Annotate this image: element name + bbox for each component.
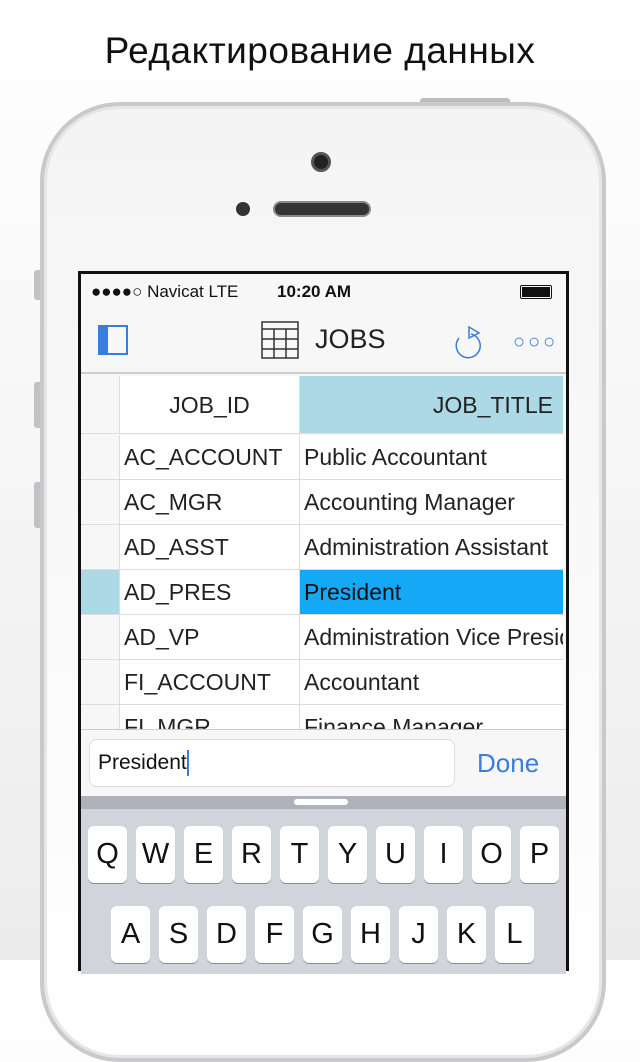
row-number-header: [81, 376, 119, 433]
more-icon[interactable]: ○○○: [513, 331, 558, 354]
key-p[interactable]: P: [520, 826, 559, 883]
key-j[interactable]: J: [399, 906, 438, 963]
cell-job-title[interactable]: Public Accountant: [299, 435, 563, 479]
headline: Редактирование данных: [104, 30, 536, 71]
row-number[interactable]: [81, 660, 119, 704]
cell-job-title[interactable]: Administration Assistant: [299, 525, 563, 569]
table-row[interactable]: AC_MGR Accounting Manager: [81, 480, 563, 525]
key-y[interactable]: Y: [328, 826, 367, 883]
done-button[interactable]: Done: [477, 748, 539, 779]
status-bar: ●●●●○ Navicat LTE 10:20 AM: [91, 282, 556, 302]
page-title: JOBS: [315, 324, 386, 354]
key-e[interactable]: E: [184, 826, 223, 883]
cell-job-id[interactable]: AD_PRES: [119, 570, 299, 614]
cell-job-title[interactable]: Accounting Manager: [299, 480, 563, 524]
key-h[interactable]: H: [351, 906, 390, 963]
key-d[interactable]: D: [207, 906, 246, 963]
sensor: [236, 202, 250, 216]
cell-job-id[interactable]: FI_ACCOUNT: [119, 660, 299, 704]
front-camera: [311, 152, 331, 172]
earpiece-speaker: [273, 201, 371, 217]
cell-edit-input[interactable]: President: [89, 739, 455, 787]
key-t[interactable]: T: [280, 826, 319, 883]
table-row[interactable]: AD_PRES President: [81, 570, 563, 615]
sidebar-toggle-icon[interactable]: [98, 325, 128, 355]
row-number[interactable]: [81, 480, 119, 524]
key-u[interactable]: U: [376, 826, 415, 883]
cell-job-title[interactable]: Accountant: [299, 660, 563, 704]
key-k[interactable]: K: [447, 906, 486, 963]
table-icon: [261, 321, 299, 359]
key-w[interactable]: W: [136, 826, 175, 883]
key-o[interactable]: O: [472, 826, 511, 883]
cell-job-id[interactable]: AD_ASST: [119, 525, 299, 569]
keyboard: QWERTYUIOP ASDFGHJKL: [81, 796, 566, 974]
cell-job-title[interactable]: President: [299, 570, 563, 614]
column-header-job-title[interactable]: JOB_TITLE: [299, 376, 563, 433]
keyboard-handle[interactable]: [294, 799, 348, 805]
key-i[interactable]: I: [424, 826, 463, 883]
header-row: JOB_ID JOB_TITLE: [81, 376, 563, 434]
carrier: ●●●●○ Navicat LTE: [91, 282, 239, 301]
row-number[interactable]: [81, 525, 119, 569]
row-number[interactable]: [81, 570, 119, 614]
key-a[interactable]: A: [111, 906, 150, 963]
row-number[interactable]: [81, 435, 119, 479]
battery-icon: [520, 285, 552, 299]
screen: ●●●●○ Navicat LTE 10:20 AM JOBS ○○○ JOB_…: [78, 271, 569, 974]
text-caret: [186, 750, 189, 777]
key-s[interactable]: S: [159, 906, 198, 963]
table-row[interactable]: AC_ACCOUNT Public Accountant: [81, 435, 563, 480]
clock: 10:20 AM: [277, 282, 352, 301]
cell-job-title[interactable]: Administration Vice President: [299, 615, 563, 659]
edit-bar: President Done: [81, 729, 566, 796]
row-number[interactable]: [81, 615, 119, 659]
table-row[interactable]: AD_ASST Administration Assistant: [81, 525, 563, 570]
key-q[interactable]: Q: [88, 826, 127, 883]
refresh-icon[interactable]: [451, 324, 485, 360]
key-l[interactable]: L: [495, 906, 534, 963]
table-row[interactable]: AD_VP Administration Vice President: [81, 615, 563, 660]
key-g[interactable]: G: [303, 906, 342, 963]
table-row[interactable]: FI_ACCOUNT Accountant: [81, 660, 563, 705]
cell-job-id[interactable]: AC_ACCOUNT: [119, 435, 299, 479]
nav-bar: JOBS ○○○: [81, 306, 566, 374]
key-r[interactable]: R: [232, 826, 271, 883]
column-header-job-id[interactable]: JOB_ID: [119, 376, 299, 433]
cell-job-id[interactable]: AC_MGR: [119, 480, 299, 524]
input-value: President: [98, 751, 187, 774]
cell-job-id[interactable]: AD_VP: [119, 615, 299, 659]
key-f[interactable]: F: [255, 906, 294, 963]
